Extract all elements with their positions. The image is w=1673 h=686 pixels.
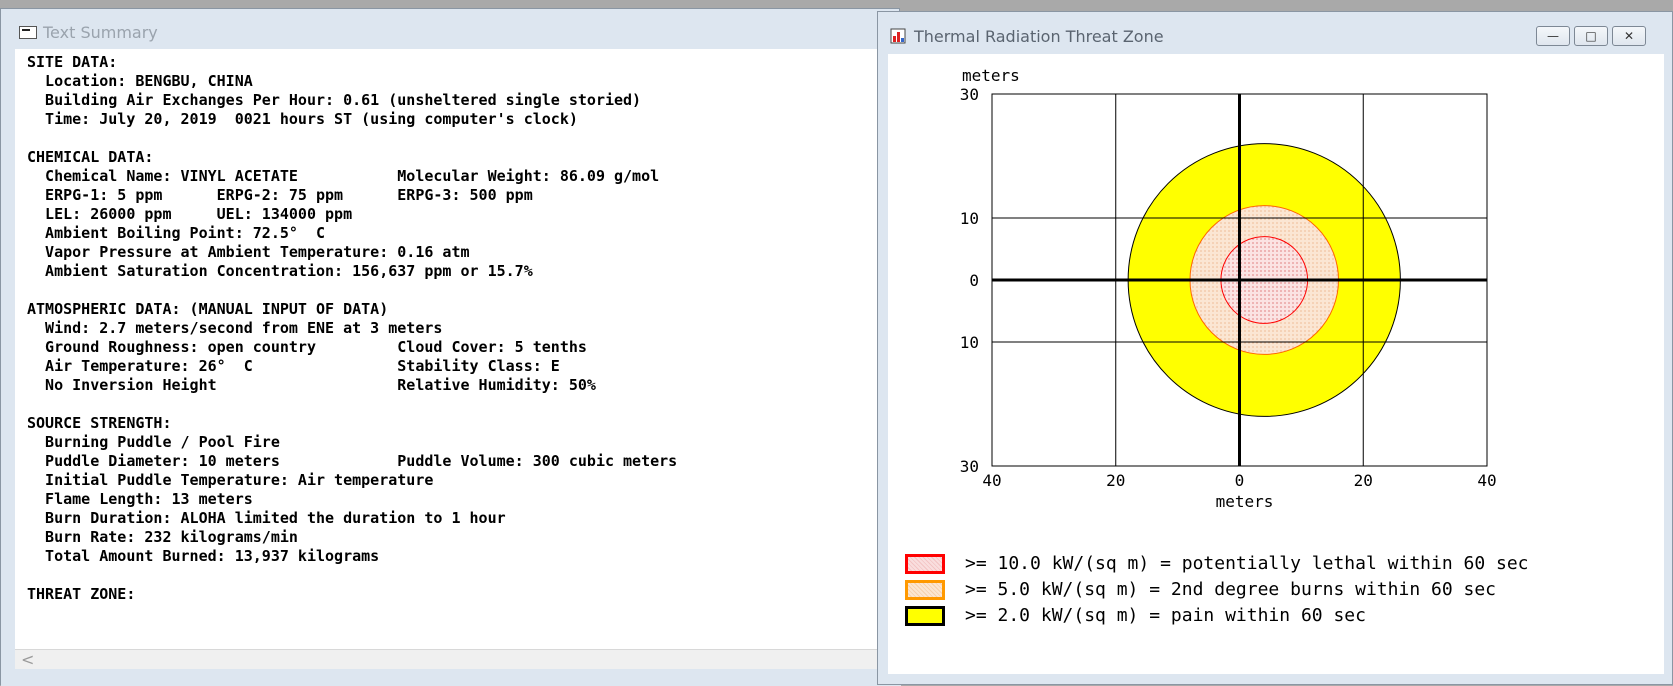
summary-line: ATMOSPHERIC DATA: (MANUAL INPUT OF DATA) [27, 300, 389, 318]
summary-line: Ambient Saturation Concentration: 156,63… [27, 262, 533, 280]
summary-text: SITE DATA: Location: BENGBU, CHINA Build… [27, 53, 677, 604]
threat-zone-plot: 40 20 0 20 40301001030metersmeters [960, 66, 1497, 511]
summary-line: CHEMICAL DATA: [27, 148, 154, 166]
legend-item: >= 10.0 kW/(sq m) = potentially lethal w… [888, 552, 1664, 576]
legend-label: >= 2.0 kW/(sq m) = pain within 60 sec [965, 605, 1366, 626]
summary-line: No Inversion Height Relative Humidity: 5… [27, 376, 596, 394]
y-tick-label: 30 [960, 457, 979, 476]
summary-line: Vapor Pressure at Ambient Temperature: 0… [27, 243, 470, 261]
window-icon [19, 26, 37, 39]
y-tick-label: 10 [960, 209, 979, 228]
legend-item: >= 2.0 kW/(sq m) = pain within 60 sec [888, 604, 1664, 628]
summary-line: LEL: 26000 ppm UEL: 134000 ppm [27, 205, 353, 223]
x-tick-label: 0 [1235, 471, 1245, 490]
summary-line: Location: BENGBU, CHINA [27, 72, 253, 90]
summary-line: Flame Length: 13 meters [27, 490, 253, 508]
legend-swatch [905, 580, 945, 600]
y-tick-label: 0 [969, 271, 979, 290]
x-tick-label: 20 [1354, 471, 1373, 490]
summary-line: Building Air Exchanges Per Hour: 0.61 (u… [27, 91, 642, 109]
legend-label: >= 5.0 kW/(sq m) = 2nd degree burns with… [965, 579, 1497, 600]
summary-line: Ambient Boiling Point: 72.5° C [27, 224, 326, 242]
summary-line: Burning Puddle / Pool Fire [27, 433, 280, 451]
summary-line: THREAT ZONE: [27, 585, 136, 603]
summary-line: Air Temperature: 26° C Stability Class: … [27, 357, 560, 375]
summary-line: SITE DATA: [27, 53, 118, 71]
maximize-button[interactable]: □ [1574, 26, 1608, 46]
threat-zone-titlebar[interactable]: Thermal Radiation Threat Zone — □ ✕ [878, 12, 1672, 54]
text-summary-title: Text Summary [43, 23, 158, 42]
legend-item: >= 5.0 kW/(sq m) = 2nd degree burns with… [888, 578, 1664, 602]
summary-line: ERPG-1: 5 ppm ERPG-2: 75 ppm ERPG-3: 500… [27, 186, 533, 204]
summary-line: Initial Puddle Temperature: Air temperat… [27, 471, 434, 489]
y-axis-label: meters [962, 66, 1020, 85]
maximize-icon: □ [1585, 29, 1597, 43]
close-button[interactable]: ✕ [1612, 26, 1646, 46]
horizontal-scrollbar[interactable]: < [15, 649, 901, 670]
summary-line: Wind: 2.7 meters/second from ENE at 3 me… [27, 319, 443, 337]
threat-zone-title: Thermal Radiation Threat Zone [914, 27, 1164, 46]
threat-zone-content: 40 20 0 20 40 30 10 0 10 30 meters meters >= 10.0 k… [888, 54, 1664, 674]
minimize-button[interactable]: — [1536, 26, 1570, 46]
summary-line: Time: July 20, 2019 0021 hours ST (using… [27, 110, 578, 128]
text-summary-titlebar[interactable]: Text Summary [1, 9, 899, 49]
chart-window-icon [890, 28, 906, 44]
summary-line: SOURCE STRENGTH: [27, 414, 172, 432]
legend-swatch [905, 606, 945, 626]
summary-line: Burn Duration: ALOHA limited the duratio… [27, 509, 506, 527]
window-bottom-border [1, 669, 901, 686]
x-tick-label: 40 [982, 471, 1001, 490]
summary-line: Ground Roughness: open country Cloud Cov… [27, 338, 587, 356]
x-tick-label: 20 [1106, 471, 1125, 490]
text-summary-content: SITE DATA: Location: BENGBU, CHINA Build… [15, 49, 901, 649]
x-tick-label: 40 [1477, 471, 1496, 490]
close-icon: ✕ [1623, 29, 1635, 43]
summary-line: Total Amount Burned: 13,937 kilograms [27, 547, 380, 565]
scroll-left-arrow-icon[interactable]: < [21, 650, 34, 669]
text-summary-window: Text Summary SITE DATA: Location: BENGBU… [0, 8, 901, 686]
summary-line: Puddle Diameter: 10 meters Puddle Volume… [27, 452, 678, 470]
minimize-icon: — [1547, 29, 1559, 43]
legend-label: >= 10.0 kW/(sq m) = potentially lethal w… [965, 553, 1529, 574]
y-tick-label: 30 [960, 85, 979, 104]
summary-line: Burn Rate: 232 kilograms/min [27, 528, 298, 546]
x-axis-label: meters [1216, 492, 1274, 511]
legend-swatch [905, 554, 945, 574]
y-tick-label: 10 [960, 333, 979, 352]
summary-line: Chemical Name: VINYL ACETATE Molecular W… [27, 167, 660, 185]
threat-zone-window: Thermal Radiation Threat Zone — □ ✕ 40 20… [877, 11, 1673, 685]
